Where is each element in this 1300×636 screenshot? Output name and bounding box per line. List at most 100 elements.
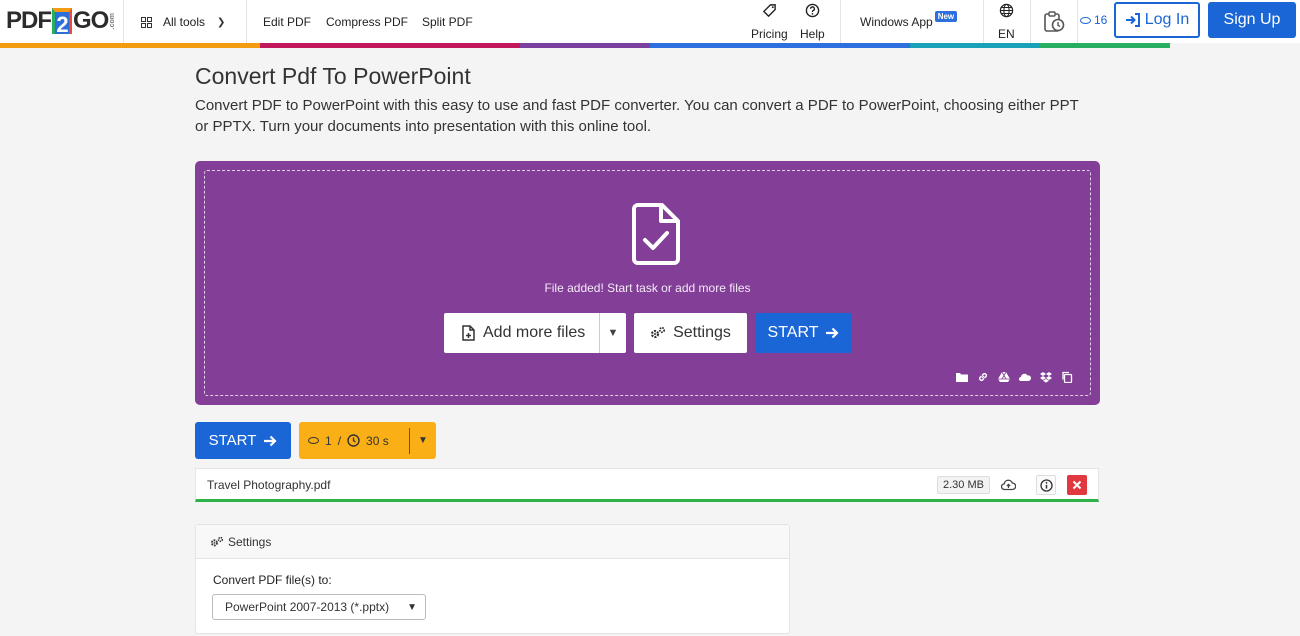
stripe-segment xyxy=(390,43,520,48)
link-icon[interactable] xyxy=(977,371,989,383)
settings-panel-header: Settings xyxy=(196,525,789,559)
file-name: Travel Photography.pdf xyxy=(207,478,331,492)
time-value: 30 s xyxy=(366,433,389,448)
pricing-link[interactable]: Pricing xyxy=(751,3,788,41)
nav-link-edit-pdf[interactable]: Edit PDF xyxy=(263,0,311,44)
dropzone-start-label: START xyxy=(767,324,819,341)
divider xyxy=(1077,0,1078,44)
clipboard-clock-icon xyxy=(1044,11,1065,32)
tag-icon xyxy=(762,4,776,18)
dropzone-settings-label: Settings xyxy=(673,324,731,341)
folder-icon[interactable] xyxy=(956,371,968,383)
divider xyxy=(1030,0,1031,44)
gears-icon xyxy=(650,326,666,339)
file-dropzone[interactable]: File added! Start task or add more files… xyxy=(195,161,1100,405)
language-label: EN xyxy=(998,27,1015,41)
stripe-segment xyxy=(1170,43,1300,48)
credits-used-value: 1 xyxy=(325,433,332,448)
gears-icon xyxy=(210,536,224,546)
clock-icon xyxy=(347,434,360,447)
all-tools-label: All tools xyxy=(163,15,206,29)
output-format-value: PowerPoint 2007-2013 (*.pptx) xyxy=(225,600,390,614)
settings-heading: Settings xyxy=(228,534,272,549)
settings-panel: Settings Convert PDF file(s) to: PowerPo… xyxy=(195,524,790,634)
dropzone-dashed-border: File added! Start task or add more files… xyxy=(204,170,1091,396)
file-check-icon xyxy=(632,203,680,265)
convert-format-label: Convert PDF file(s) to: xyxy=(213,573,332,587)
pricing-label: Pricing xyxy=(751,27,788,41)
login-button[interactable]: Log In xyxy=(1114,2,1200,38)
chevron-down-icon[interactable]: ▼ xyxy=(410,435,436,446)
stripe-segment xyxy=(780,43,910,48)
help-label: Help xyxy=(800,27,825,41)
copy-icon[interactable] xyxy=(1061,371,1073,383)
onedrive-icon[interactable] xyxy=(1019,371,1031,383)
dropzone-settings-button[interactable]: Settings xyxy=(634,313,747,353)
nav-link-split-pdf[interactable]: Split PDF xyxy=(422,0,473,44)
page-title: Convert Pdf To PowerPoint xyxy=(195,63,471,89)
pdf2go-logo[interactable]: PDF 2 GO .com xyxy=(6,6,117,37)
color-stripe xyxy=(0,43,1300,48)
history-button[interactable] xyxy=(1042,0,1066,44)
chevron-down-icon[interactable]: ▼ xyxy=(600,327,626,339)
add-more-files-label: Add more files xyxy=(483,324,586,341)
add-file-icon xyxy=(462,325,475,341)
remove-file-button[interactable] xyxy=(1067,475,1087,495)
logo-text-go: GO xyxy=(73,7,109,34)
signup-label: Sign Up xyxy=(1223,11,1281,28)
windows-app-link[interactable]: Windows App New xyxy=(860,0,958,44)
google-drive-icon[interactable] xyxy=(998,371,1010,383)
divider xyxy=(123,0,124,44)
info-button[interactable] xyxy=(1036,475,1056,495)
login-label: Log In xyxy=(1144,11,1190,28)
page-description: Convert PDF to PowerPoint with this easy… xyxy=(195,97,1079,135)
question-circle-icon xyxy=(805,3,820,18)
start-label: START xyxy=(208,432,257,449)
cloud-upload-icon[interactable] xyxy=(998,475,1018,495)
logo-text-2: 2 xyxy=(52,8,72,37)
add-more-files-button[interactable]: Add more files ▼ xyxy=(444,313,626,353)
chevron-down-icon: ▼ xyxy=(407,601,417,613)
dropzone-start-button[interactable]: START xyxy=(755,313,852,353)
sign-in-icon xyxy=(1125,13,1140,27)
arrow-right-icon xyxy=(826,327,840,339)
start-button[interactable]: START xyxy=(195,422,291,459)
upload-sources xyxy=(956,371,1073,383)
file-size-badge: 2.30 MB xyxy=(937,476,990,494)
divider xyxy=(246,0,247,44)
top-navigation-bar: PDF 2 GO .com All tools ❯ Edit PDF Compr… xyxy=(0,0,1300,44)
grid-icon xyxy=(141,16,152,28)
nav-link-compress-pdf[interactable]: Compress PDF xyxy=(326,0,408,44)
credits-time-dropdown[interactable]: 1 / 30 s ▼ xyxy=(299,422,436,459)
divider xyxy=(983,0,984,44)
stripe-segment xyxy=(260,43,390,48)
signup-button[interactable]: Sign Up xyxy=(1208,2,1296,38)
info-icon xyxy=(1039,478,1053,492)
language-selector[interactable]: EN xyxy=(998,3,1015,41)
stripe-segment xyxy=(1040,43,1170,48)
stripe-segment xyxy=(520,43,650,48)
output-format-select[interactable]: PowerPoint 2007-2013 (*.pptx) ▼ xyxy=(212,594,426,620)
stripe-segment xyxy=(650,43,780,48)
all-tools-menu[interactable]: All tools ❯ xyxy=(141,0,225,44)
dropbox-icon[interactable] xyxy=(1040,371,1052,383)
coin-icon xyxy=(1080,16,1091,24)
coin-icon xyxy=(308,437,319,444)
dropzone-message: File added! Start task or add more files xyxy=(544,281,751,295)
stripe-segment xyxy=(0,43,130,48)
help-link[interactable]: Help xyxy=(800,3,825,41)
close-icon xyxy=(1072,480,1082,490)
credits-counter: 16 xyxy=(1080,13,1107,27)
logo-text-com: .com xyxy=(109,12,117,30)
file-row: Travel Photography.pdf 2.30 MB xyxy=(195,468,1099,502)
new-badge: New xyxy=(934,10,958,22)
logo-text-pdf: PDF xyxy=(6,7,52,34)
credits-value: 16 xyxy=(1094,13,1108,27)
windows-app-label: Windows App xyxy=(860,15,933,29)
divider xyxy=(840,0,841,44)
stripe-segment xyxy=(910,43,1040,48)
slash-separator: / xyxy=(337,433,342,448)
chevron-down-icon: ❯ xyxy=(217,16,226,28)
stripe-segment xyxy=(130,43,260,48)
globe-icon xyxy=(999,3,1014,18)
